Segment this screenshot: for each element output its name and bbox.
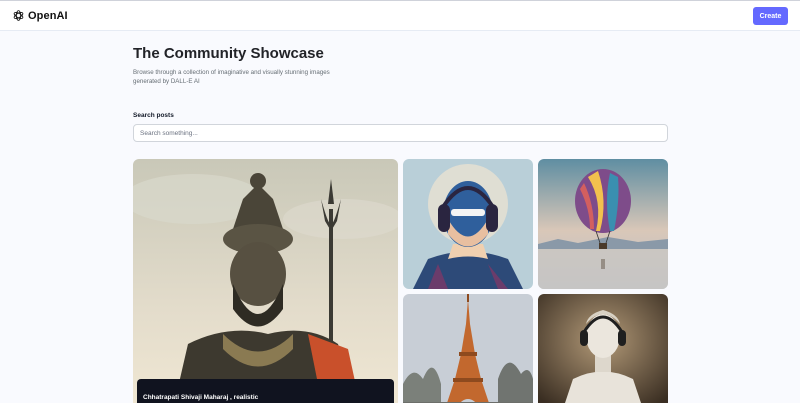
caption-text: Chhatrapati Shivaji Maharaj , realistic bbox=[143, 394, 259, 401]
search-input[interactable] bbox=[133, 124, 668, 142]
gallery-card[interactable] bbox=[538, 294, 668, 403]
statue-headphones-image bbox=[538, 294, 668, 403]
page-subtitle: Browse through a collection of imaginati… bbox=[133, 69, 330, 85]
openai-logo-icon bbox=[12, 9, 25, 22]
hot-air-balloon-image bbox=[538, 159, 668, 289]
create-button[interactable]: Create bbox=[753, 7, 788, 25]
gallery-card[interactable] bbox=[403, 294, 533, 403]
gallery-card[interactable]: Chhatrapati Shivaji Maharaj , realistic bbox=[133, 159, 398, 403]
search-label: Search posts bbox=[133, 112, 174, 119]
top-navbar: OpenAI Create bbox=[0, 0, 800, 31]
superhero-headphones-image bbox=[403, 159, 533, 289]
openai-logo[interactable]: OpenAI bbox=[12, 9, 68, 22]
image-caption: Chhatrapati Shivaji Maharaj , realistic bbox=[137, 379, 394, 403]
eiffel-tower-image bbox=[403, 294, 533, 403]
brand-name: OpenAI bbox=[28, 9, 68, 22]
gallery-card[interactable] bbox=[403, 159, 533, 289]
warrior-statue-image bbox=[133, 159, 398, 403]
page-title: The Community Showcase bbox=[133, 45, 324, 62]
gallery-card[interactable] bbox=[538, 159, 668, 289]
